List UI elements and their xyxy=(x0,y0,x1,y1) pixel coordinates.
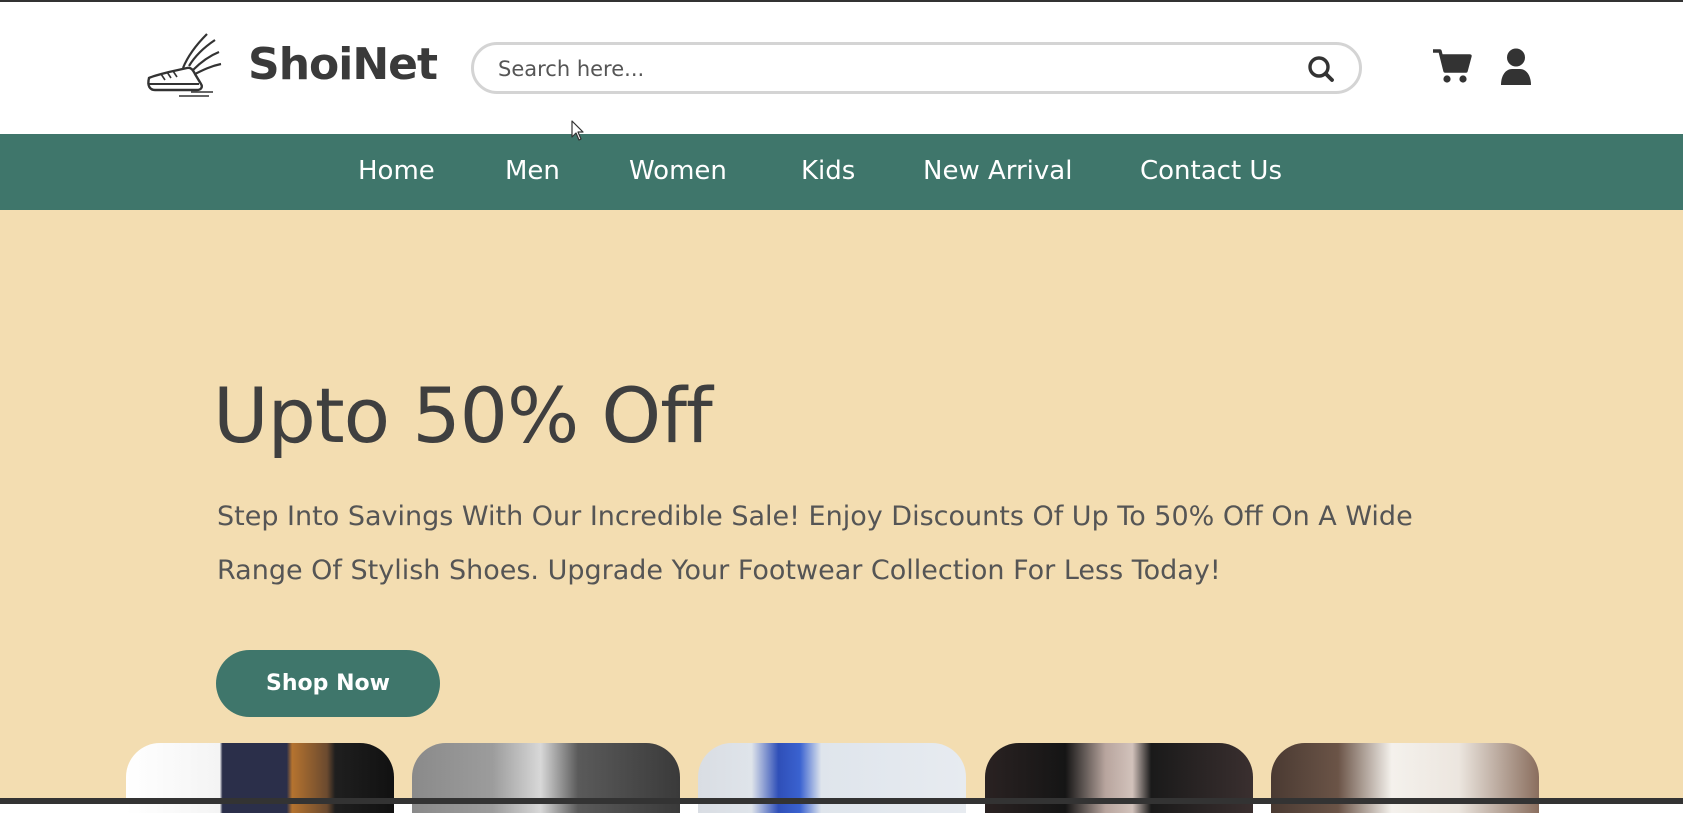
nav-item-men[interactable]: Men xyxy=(505,153,560,189)
hero-title: Upto 50% Off xyxy=(213,371,713,460)
main-nav: Home Men Women Kids New Arrival Contact … xyxy=(0,134,1683,210)
search-icon[interactable] xyxy=(1304,53,1340,85)
hero-banner: Upto 50% Off Step Into Savings With Our … xyxy=(0,210,1683,813)
shop-now-button[interactable]: Shop Now xyxy=(216,650,440,717)
brand-name[interactable]: ShoiNet xyxy=(248,36,438,94)
search-input[interactable] xyxy=(496,53,1280,85)
mouse-cursor-icon xyxy=(571,120,584,141)
nav-item-home[interactable]: Home xyxy=(358,153,435,189)
bottom-border xyxy=(0,798,1683,804)
user-icon[interactable] xyxy=(1500,48,1532,86)
nav-item-contact-us[interactable]: Contact Us xyxy=(1140,153,1282,189)
site-header: ShoiNet xyxy=(0,2,1683,134)
nav-item-new-arrival[interactable]: New Arrival xyxy=(923,153,1072,189)
winged-shoe-logo[interactable] xyxy=(143,28,223,100)
search-bar xyxy=(471,42,1362,94)
nav-item-women[interactable]: Women xyxy=(629,153,727,189)
nav-item-kids[interactable]: Kids xyxy=(801,153,855,189)
cart-icon[interactable] xyxy=(1432,47,1472,85)
hero-description: Step Into Savings With Our Incredible Sa… xyxy=(217,501,1413,586)
